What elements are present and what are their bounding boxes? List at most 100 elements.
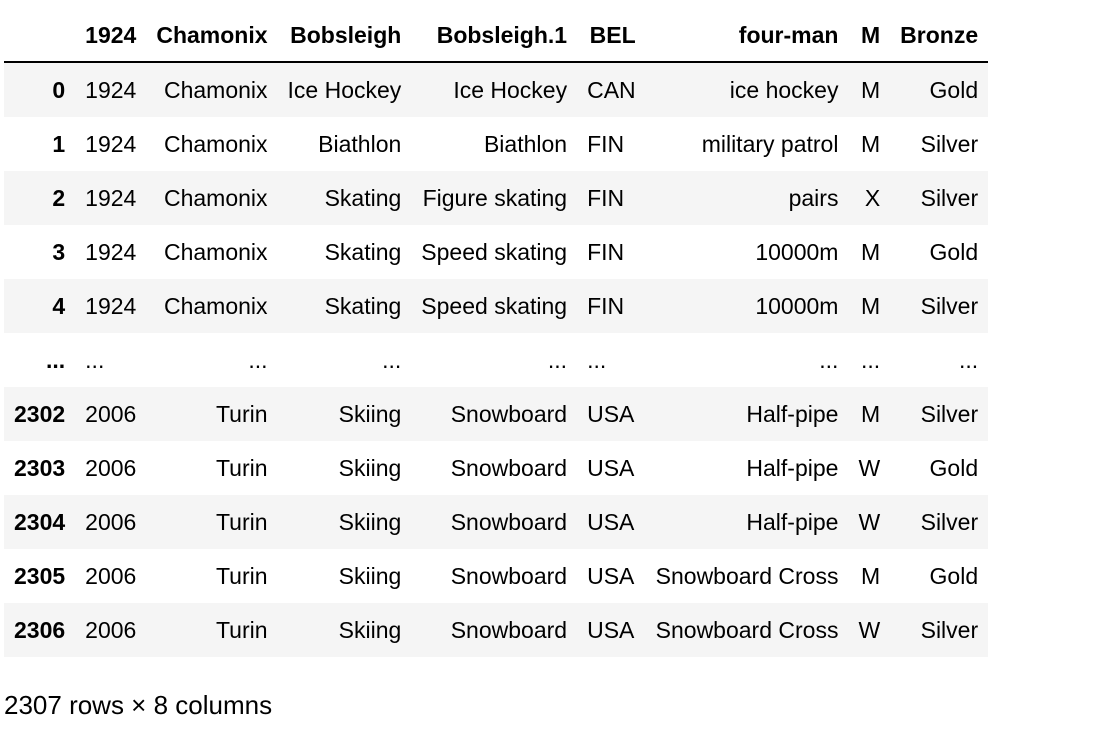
dataframe-output: 1924 Chamonix Bobsleigh Bobsleigh.1 BEL …: [4, 9, 989, 657]
table-cell: Figure skating: [422, 184, 568, 211]
table-cell: USA: [587, 454, 635, 481]
row-index: 2306: [14, 616, 66, 643]
table-cell: M: [861, 76, 881, 103]
table-cell: Skating: [324, 184, 402, 211]
table-cell: USA: [587, 508, 635, 535]
table-cell: W: [858, 508, 881, 535]
table-cell: Turin: [215, 400, 268, 427]
table-cell: Snowboard: [450, 562, 568, 589]
table-cell: Biathlon: [483, 130, 568, 157]
table-cell: Silver: [920, 508, 979, 535]
table-cell: Skiing: [338, 508, 402, 535]
table-cell: Skating: [324, 238, 402, 265]
table-cell: Snowboard: [450, 400, 568, 427]
column-header: four-man: [645, 9, 849, 63]
column-header: BEL: [577, 9, 646, 63]
table-cell: Gold: [929, 454, 979, 481]
table-cell: Gold: [929, 76, 979, 103]
table-cell: Speed skating: [421, 292, 568, 319]
table-cell: FIN: [587, 238, 625, 265]
table-cell: Chamonix: [163, 184, 268, 211]
table-cell: Turin: [215, 562, 268, 589]
table-cell: Chamonix: [163, 130, 268, 157]
row-index: 2304: [14, 508, 66, 535]
table-row: 3 1924 Chamonix Skating Speed skating FIN 1000…: [4, 225, 988, 279]
table-cell: 1924: [85, 130, 137, 157]
table-cell: X: [864, 184, 881, 211]
table-cell: Skiing: [338, 562, 402, 589]
row-index: 2305: [14, 562, 66, 589]
table-cell: Silver: [920, 130, 979, 157]
table-cell: 2006: [85, 562, 137, 589]
table-cell: 2006: [85, 508, 137, 535]
row-index: 2303: [14, 454, 66, 481]
table-cell: Half-pipe: [746, 454, 839, 481]
table-cell: Silver: [920, 616, 979, 643]
table-cell: M: [861, 400, 881, 427]
table-cell: 2006: [85, 454, 137, 481]
table-cell: Half-pipe: [746, 508, 839, 535]
table-cell: M: [861, 238, 881, 265]
table-cell: ...: [547, 346, 568, 373]
table-row: 2302 2006 Turin Skiing Snowboard USA Half-pipe…: [4, 387, 989, 441]
table-row: 1 1924 Chamonix Biathlon Biathlon FIN military…: [4, 117, 988, 171]
table-body: 0 1924 Chamonix Ice Hockey Ice Hockey CAN ice …: [4, 62, 989, 657]
row-index: 0: [52, 76, 66, 103]
table-cell: Turin: [215, 508, 268, 535]
table-cell: USA: [587, 562, 635, 589]
header-row: 1924 Chamonix Bobsleigh Bobsleigh.1 BEL …: [4, 9, 989, 63]
column-header: 1924: [75, 9, 147, 63]
table-cell: 10000m: [755, 292, 839, 319]
table-cell: 2006: [85, 400, 137, 427]
table-row: 2303 2006 Turin Skiing Snowboard USA Half-pipe…: [4, 441, 988, 495]
table-cell: Biathlon: [318, 130, 402, 157]
table-cell: Half-pipe: [746, 400, 839, 427]
table-cell: 1924: [85, 184, 137, 211]
table-header: 1924 Chamonix Bobsleigh Bobsleigh.1 BEL …: [4, 9, 989, 63]
table-cell: ...: [587, 346, 607, 373]
table-cell: FIN: [587, 292, 625, 319]
table-cell: Snowboard: [450, 454, 568, 481]
table-cell: Skiing: [338, 454, 402, 481]
table-cell: 1924: [85, 238, 137, 265]
row-index: 3: [52, 238, 66, 265]
table-cell: Skiing: [338, 616, 402, 643]
table-cell: USA: [587, 400, 635, 427]
table-cell: 1924: [85, 76, 137, 103]
row-index: 2: [52, 184, 66, 211]
row-index: 1: [52, 130, 66, 157]
table-cell: Snowboard: [450, 508, 568, 535]
table-cell: FIN: [587, 184, 625, 211]
table-row: 2305 2006 Turin Skiing Snowboard USA Snowboard…: [4, 549, 988, 603]
table-cell: 10000m: [755, 238, 839, 265]
table-cell: ice hockey: [729, 76, 839, 103]
dataframe-table: 1924 Chamonix Bobsleigh Bobsleigh.1 BEL …: [4, 9, 989, 657]
table-cell: Skating: [324, 292, 402, 319]
column-header-index: [4, 9, 76, 63]
table-cell: W: [858, 454, 881, 481]
table-cell: Turin: [215, 454, 268, 481]
table-cell: ...: [819, 346, 839, 373]
column-header: Bobsleigh.1: [411, 9, 578, 63]
table-cell: ...: [85, 346, 105, 373]
table-cell: 2006: [85, 616, 137, 643]
table-cell: ...: [382, 346, 402, 373]
table-cell: pairs: [788, 184, 839, 211]
column-header: Chamonix: [146, 9, 278, 63]
column-header: Bobsleigh: [277, 9, 412, 63]
table-cell: Chamonix: [163, 238, 268, 265]
table-cell: Gold: [929, 238, 979, 265]
table-row: 0 1924 Chamonix Ice Hockey Ice Hockey CAN ice …: [4, 62, 989, 117]
table-cell: Speed skating: [421, 238, 568, 265]
table-cell: W: [858, 616, 881, 643]
table-cell: Silver: [920, 400, 979, 427]
table-cell: Silver: [920, 184, 979, 211]
table-cell: M: [861, 130, 881, 157]
table-cell: Ice Hockey: [287, 76, 402, 103]
ellipsis-row: ...........................: [4, 333, 988, 387]
table-cell: Ice Hockey: [453, 76, 568, 103]
table-cell: Gold: [929, 562, 979, 589]
table-cell: Skiing: [338, 400, 402, 427]
table-cell: Snowboard: [450, 616, 568, 643]
table-cell: M: [861, 292, 881, 319]
